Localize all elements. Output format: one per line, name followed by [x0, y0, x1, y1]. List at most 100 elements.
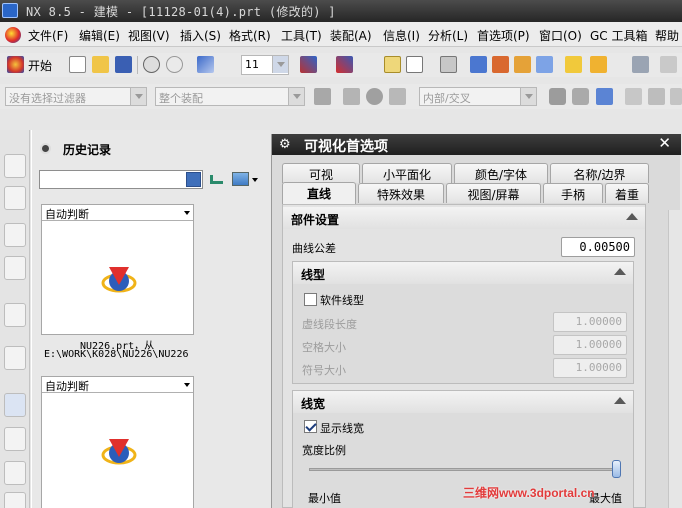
shade-icon[interactable] [632, 56, 649, 73]
tab-handles[interactable]: 手柄 [543, 183, 603, 203]
select-body-icon[interactable] [366, 88, 383, 105]
menu-preferences[interactable]: 首选项(P) [477, 27, 530, 44]
start-icon [7, 56, 24, 73]
measure-icon[interactable] [440, 56, 457, 73]
scope-select[interactable]: 整个装配 [155, 87, 305, 106]
title-bar: NX 8.5 - 建模 - [11128-01(4).prt (修改的) ] [0, 0, 682, 22]
pin-icon[interactable] [40, 143, 51, 154]
space-size-field[interactable]: 1.00000 [553, 335, 627, 355]
start-button[interactable]: 开始 [28, 57, 52, 74]
part-navigator-icon[interactable] [4, 223, 26, 247]
tab-view-screen[interactable]: 视图/屏幕 [446, 183, 541, 203]
wcs-icon[interactable] [336, 56, 353, 73]
curve-tolerance-field[interactable]: 0.00500 [561, 237, 635, 257]
reuse-library-icon[interactable] [4, 256, 26, 280]
visualization-preferences-dialog: ⚙ 可视化首选项 ✕ 可视 小平面化 颜色/字体 名称/边界 直线 特殊效果 视… [271, 134, 681, 508]
process-studio-icon[interactable] [4, 346, 26, 370]
history-filter-select[interactable] [39, 170, 203, 189]
new-icon[interactable] [69, 56, 86, 73]
chevron-up-icon [626, 213, 638, 220]
menu-edit[interactable]: 编辑(E) [79, 27, 120, 44]
undo-icon[interactable] [143, 56, 160, 73]
select-face-icon[interactable] [389, 88, 406, 105]
render-icon[interactable] [590, 56, 607, 73]
manufacturing-icon[interactable] [4, 492, 26, 508]
redo-icon[interactable] [166, 56, 183, 73]
snap-icon[interactable] [300, 56, 317, 73]
menu-bar: 文件(F) 编辑(E) 视图(V) 插入(S) 格式(R) 工具(T) 装配(A… [0, 22, 682, 47]
thumbnail-view-icon[interactable] [232, 172, 249, 186]
cube-icon[interactable] [470, 56, 487, 73]
menu-window[interactable]: 窗口(O) [539, 27, 582, 44]
show-cube-icon[interactable] [596, 88, 613, 105]
roles-icon[interactable] [4, 461, 26, 485]
edit-object-icon[interactable] [492, 56, 509, 73]
constraint-navigator-icon[interactable] [4, 186, 26, 210]
tab-line[interactable]: 直线 [282, 182, 356, 204]
history-item[interactable]: 自动判断 [41, 376, 194, 508]
menu-file[interactable]: 文件(F) [28, 27, 68, 44]
refresh-icon[interactable] [210, 175, 223, 184]
color-icon[interactable] [514, 56, 531, 73]
chevron-down-icon[interactable] [252, 178, 258, 182]
tab-visible[interactable]: 可视 [282, 163, 360, 183]
tab-color-font[interactable]: 颜色/字体 [454, 163, 548, 183]
symbol-size-field[interactable]: 1.00000 [553, 358, 627, 378]
menu-assembly[interactable]: 装配(A) [330, 27, 372, 44]
web-browser-icon[interactable] [4, 303, 26, 327]
nx-part-thumbnail [101, 267, 137, 293]
dash-length-field[interactable]: 1.00000 [553, 312, 627, 332]
snap-mid-icon[interactable] [670, 88, 682, 105]
menu-info[interactable]: 信息(I) [383, 27, 420, 44]
width-ratio-slider-track[interactable] [309, 468, 617, 471]
menu-gc-toolbox[interactable]: GC 工具箱 [590, 27, 648, 44]
open-icon[interactable] [92, 56, 109, 73]
part-settings-header[interactable]: 部件设置 [283, 207, 645, 229]
menu-view[interactable]: 视图(V) [128, 27, 170, 44]
history-item-mode[interactable]: 自动判断 [42, 377, 193, 393]
select-feature-icon[interactable] [343, 88, 360, 105]
dialog-scrollbar[interactable] [668, 210, 680, 508]
show-sheet-icon[interactable] [572, 88, 589, 105]
assembly-navigator-icon[interactable] [4, 154, 26, 178]
menu-help[interactable]: 帮助 [655, 27, 679, 44]
component-select[interactable]: 内部/交叉 [419, 87, 537, 106]
snap-end-icon[interactable] [648, 88, 665, 105]
layout-icon[interactable] [384, 56, 401, 73]
show-solid-icon[interactable] [549, 88, 566, 105]
paint-icon[interactable] [197, 56, 214, 73]
menu-format[interactable]: 格式(R) [229, 27, 271, 44]
width-ratio-slider-thumb[interactable] [612, 460, 621, 478]
nx-app-icon[interactable] [2, 3, 18, 18]
close-icon[interactable]: ✕ [658, 134, 671, 152]
tab-emphasis[interactable]: 着重 [605, 183, 649, 203]
chevron-down-icon [520, 88, 536, 105]
linetype-header[interactable]: 线型 [293, 262, 633, 284]
type-filter-select[interactable]: 没有选择过滤器 [5, 87, 147, 106]
min-value-label: 最小值 [308, 492, 341, 505]
menu-insert[interactable]: 插入(S) [180, 27, 221, 44]
history-item-mode[interactable]: 自动判断 [42, 205, 193, 221]
system-materials-icon[interactable] [4, 427, 26, 451]
dash-length-label: 虚线段长度 [302, 318, 357, 331]
tab-names-borders[interactable]: 名称/边界 [550, 163, 649, 183]
menu-tools[interactable]: 工具(T) [281, 27, 322, 44]
save-icon[interactable] [115, 56, 132, 73]
history-icon[interactable] [4, 393, 26, 417]
select-filter-icon[interactable] [314, 88, 331, 105]
show-linewidth-checkbox[interactable] [304, 420, 317, 433]
more-icon[interactable] [660, 56, 677, 73]
tab-special-effects[interactable]: 特殊效果 [358, 183, 444, 203]
snap-point-icon[interactable] [625, 88, 642, 105]
gear-icon[interactable]: ⚙ [279, 137, 291, 152]
linewidth-header[interactable]: 线宽 [293, 391, 633, 413]
tab-faceting[interactable]: 小平面化 [362, 163, 452, 183]
assembly-icon[interactable] [536, 56, 553, 73]
history-item[interactable]: 自动判断 [41, 204, 194, 335]
layer-icon[interactable] [406, 56, 423, 73]
nx-menu-icon[interactable] [5, 27, 21, 43]
menu-analysis[interactable]: 分析(L) [428, 27, 468, 44]
light-icon[interactable] [565, 56, 582, 73]
font-size-select[interactable]: 11 [241, 55, 289, 75]
soft-linetype-checkbox[interactable] [304, 293, 317, 306]
